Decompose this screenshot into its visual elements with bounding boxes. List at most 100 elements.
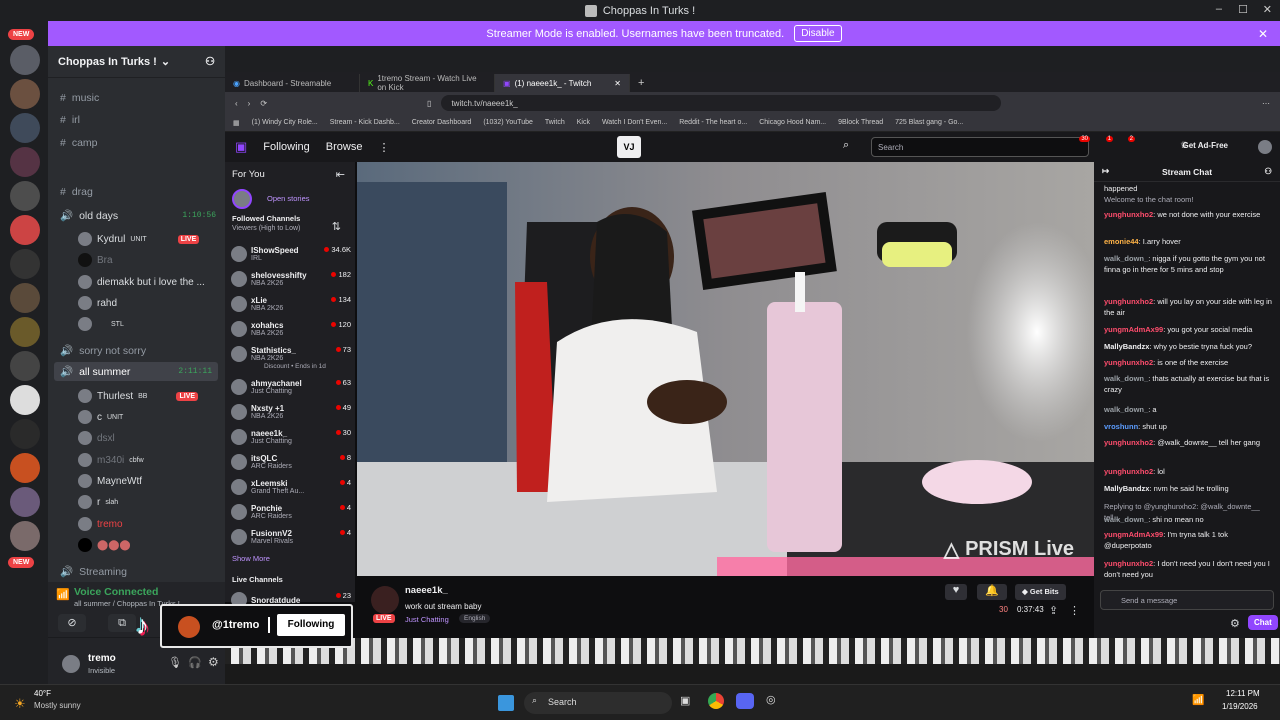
- chat-message[interactable]: yunghunxho2: I don't need you I don't ne…: [1104, 559, 1272, 580]
- users-icon[interactable]: ⚇: [1264, 166, 1272, 177]
- following-button[interactable]: Following: [277, 614, 345, 636]
- channel-sorry-not-sorry[interactable]: 🔊 sorry not sorry: [60, 344, 146, 358]
- server-icon[interactable]: [10, 249, 40, 279]
- followed-channel[interactable]: xLeemski Grand Theft Au... 4: [231, 475, 351, 499]
- wifi-icon[interactable]: 📶: [1192, 695, 1204, 706]
- server-icon[interactable]: [10, 283, 40, 313]
- chat-message[interactable]: MallyBandzx: why yo bestie tryna fuck yo…: [1104, 342, 1272, 353]
- nav-browse[interactable]: Browse: [326, 141, 363, 153]
- chrome-icon[interactable]: [708, 693, 724, 709]
- chat-message[interactable]: walk_down_: shi no mean no: [1104, 515, 1272, 526]
- chat-username[interactable]: yunghunxho2: [1104, 210, 1153, 219]
- channel-all-summer[interactable]: 🔊 all summer 2:11:11: [54, 362, 218, 381]
- sort-icon[interactable]: ⇅: [332, 220, 341, 233]
- browser-tab-active[interactable]: ▣ (1) naeee1k_ - Twitch ✕: [495, 74, 630, 92]
- chat-username[interactable]: yungmAdmAx99: [1104, 530, 1163, 539]
- server-icon[interactable]: [10, 385, 40, 415]
- chat-message[interactable]: vroshunn: shut up: [1104, 422, 1272, 433]
- server-icon[interactable]: [10, 147, 40, 177]
- chat-username[interactable]: vroshunn: [1104, 422, 1138, 431]
- stories-avatar[interactable]: [232, 189, 252, 209]
- chat-message[interactable]: yungmAdmAx99: I'm tryna talk 1 tok @dupe…: [1104, 530, 1272, 551]
- category-link[interactable]: Just Chatting: [405, 615, 449, 624]
- channel-irl[interactable]: # irl: [60, 114, 80, 126]
- bookmark[interactable]: (1) Windy City Role...: [252, 119, 318, 126]
- chat-username[interactable]: yungmAdmAx99: [1104, 325, 1163, 334]
- screen-share-icon[interactable]: ⧉: [108, 614, 136, 632]
- notification-badge[interactable]: 1: [1105, 136, 1113, 142]
- chat-message[interactable]: walk_down_: thats actually at exercise b…: [1104, 374, 1272, 395]
- forward-icon[interactable]: ›: [248, 99, 251, 108]
- server-icon[interactable]: [10, 419, 40, 449]
- bookmark[interactable]: (1032) YouTube: [483, 119, 533, 126]
- clock-date[interactable]: 1/19/2026: [1222, 702, 1258, 711]
- followed-channel[interactable]: Stathistics_ NBA 2K26 73: [231, 342, 351, 366]
- search-icon[interactable]: ⌕: [843, 139, 849, 152]
- mute-icon[interactable]: 🎙: [168, 656, 182, 669]
- chat-button[interactable]: Chat: [1248, 615, 1278, 630]
- more-icon[interactable]: ⋮: [378, 141, 389, 154]
- discord-icon[interactable]: [736, 693, 754, 709]
- nav-following[interactable]: Following: [263, 141, 309, 153]
- voice-user[interactable]: tremo: [78, 517, 123, 531]
- task-view-icon[interactable]: ▣: [680, 694, 690, 707]
- chat-message[interactable]: yunghunxho2: @walk_downte__ tell her gan…: [1104, 438, 1272, 449]
- tag-pill[interactable]: English: [459, 614, 491, 623]
- server-icon[interactable]: [10, 351, 40, 381]
- temperature[interactable]: 40°F: [34, 689, 51, 698]
- notification-badge[interactable]: 30: [1079, 136, 1090, 142]
- search-input[interactable]: Search: [871, 137, 1089, 157]
- followed-channel[interactable]: xLie NBA 2K26 134: [231, 292, 351, 316]
- voice-user[interactable]: STL: [78, 317, 124, 331]
- chat-username[interactable]: yunghunxho2: [1104, 438, 1153, 447]
- clock-time[interactable]: 12:11 PM: [1226, 689, 1260, 698]
- get-ad-free-button[interactable]: Get Ad-Free: [1183, 141, 1229, 150]
- collapse-chat-icon[interactable]: ↦: [1102, 166, 1109, 177]
- back-icon[interactable]: ‹: [235, 99, 238, 108]
- chat-username[interactable]: walk_down_: [1104, 405, 1148, 414]
- app-icon[interactable]: ◎: [766, 693, 776, 706]
- followed-channel[interactable]: Ponchie ARC Raiders 4: [231, 500, 351, 524]
- voice-user[interactable]: c UNIT: [78, 410, 123, 424]
- reload-icon[interactable]: ⟳: [260, 99, 267, 108]
- apps-icon[interactable]: ▦: [233, 119, 240, 127]
- server-icon[interactable]: [10, 317, 40, 347]
- bookmark[interactable]: Twitch: [545, 119, 565, 126]
- followed-channel[interactable]: itsQLC ARC Raiders 8: [231, 450, 351, 474]
- share-icon[interactable]: ⇪: [1049, 604, 1058, 617]
- server-header[interactable]: Choppas In Turks ! ⌄ ⚇: [48, 46, 225, 78]
- voice-user[interactable]: Kydrul UNIT LIVE: [78, 232, 200, 246]
- voice-user[interactable]: r slah: [78, 495, 118, 509]
- chat-username[interactable]: yunghunxho2: [1104, 467, 1153, 476]
- followed-channel[interactable]: xohahcs NBA 2K26 120: [231, 317, 351, 341]
- voice-user[interactable]: diemakk but i love the ...: [78, 275, 205, 289]
- voice-user[interactable]: Thurlest BB LIVE: [78, 389, 199, 403]
- gear-icon[interactable]: ⚙: [1230, 617, 1240, 630]
- start-icon[interactable]: [498, 695, 514, 711]
- browser-tab[interactable]: ◉ Dashboard - Streamable: [225, 74, 360, 92]
- headset-icon[interactable]: 🎧: [188, 656, 202, 669]
- voice-user[interactable]: Bra: [78, 253, 113, 267]
- server-icon[interactable]: [10, 79, 40, 109]
- bookmark[interactable]: Kick: [577, 119, 590, 126]
- camera-off-icon[interactable]: ⊘: [58, 614, 86, 632]
- chat-message[interactable]: Welcome to the chat room!: [1104, 195, 1272, 206]
- weather-text[interactable]: Mostly sunny: [34, 701, 81, 710]
- followed-channel[interactable]: naeee1k_ Just Chatting 30: [231, 425, 351, 449]
- bookmark[interactable]: Creator Dashboard: [412, 119, 472, 126]
- notification-badge[interactable]: 2: [1127, 136, 1135, 142]
- chat-message[interactable]: happened: [1104, 184, 1272, 195]
- chat-message[interactable]: yunghunxho2: will you lay on your side w…: [1104, 297, 1272, 318]
- voice-user[interactable]: rahd: [78, 296, 117, 310]
- server-icon[interactable]: [10, 113, 40, 143]
- followed-channel[interactable]: Nxsty +1 NBA 2K26 49: [231, 400, 351, 424]
- bookmark[interactable]: 725 Blast gang - Go...: [895, 119, 963, 126]
- avatar[interactable]: [62, 655, 80, 673]
- chat-username[interactable]: emonie44: [1104, 237, 1139, 246]
- disable-button[interactable]: Disable: [794, 25, 842, 42]
- new-tab-button[interactable]: +: [630, 74, 652, 92]
- server-icon[interactable]: [10, 521, 40, 551]
- channel-streaming[interactable]: 🔊 Streaming: [60, 565, 127, 579]
- voice-user[interactable]: dsxl: [78, 431, 115, 445]
- close-button[interactable]: ✕: [1263, 3, 1272, 16]
